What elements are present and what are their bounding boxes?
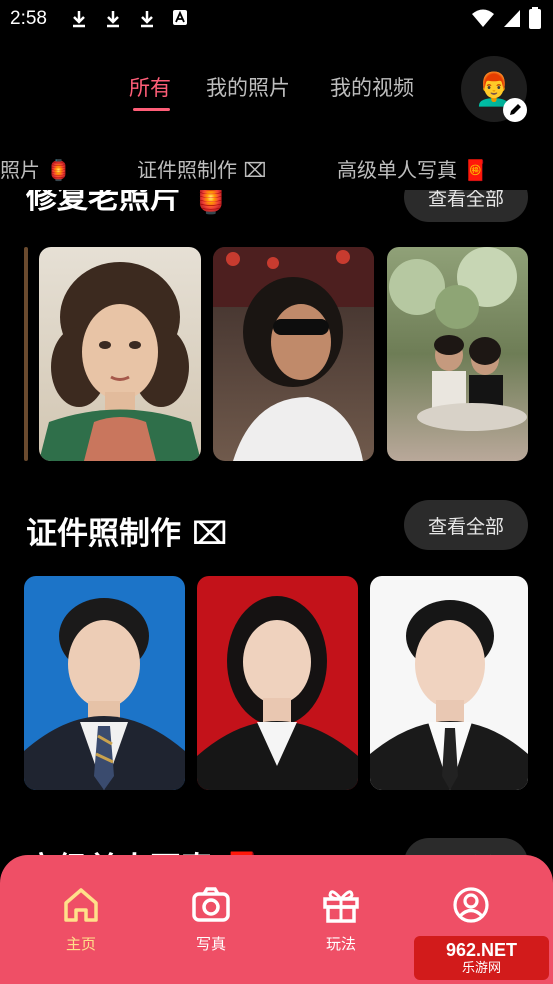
- nav-home[interactable]: 主页: [41, 885, 121, 954]
- section-old-photo-header: 修复老照片 🏮 查看全部: [0, 190, 553, 222]
- tab-underline: [133, 108, 170, 111]
- category-id-photo[interactable]: 证件照制作 ⌧: [137, 154, 266, 183]
- photo-card[interactable]: [39, 247, 201, 461]
- view-all-button[interactable]: 查看全部: [404, 190, 528, 222]
- download-icon: [141, 11, 153, 28]
- category-portrait[interactable]: 高级单人写真 🧧: [337, 154, 488, 183]
- status-time: 2:58: [10, 8, 47, 29]
- tab-my-videos[interactable]: 我的视频: [330, 72, 414, 102]
- tab-my-photos[interactable]: 我的照片: [206, 72, 290, 102]
- status-icons: [471, 7, 541, 29]
- battery-icon: [529, 7, 541, 29]
- camera-icon: [192, 887, 230, 922]
- nav-play[interactable]: 玩法: [301, 885, 381, 954]
- section-title: 修复老照片 🏮: [26, 190, 231, 216]
- gift-icon: [323, 890, 359, 923]
- photo-vintage-woman: [39, 262, 201, 461]
- watermark-line2: 乐游网: [461, 960, 501, 975]
- nav-portrait[interactable]: 写真: [171, 885, 251, 954]
- id-photo-card[interactable]: [24, 576, 185, 790]
- category-scroller: 照片 🏮 证件照制作 ⌧ 高级单人写真 🧧: [0, 148, 553, 188]
- photo-id-man-blue: [24, 598, 185, 790]
- id-photo-card[interactable]: [370, 576, 528, 790]
- watermark-line1: 962.NET: [445, 940, 518, 960]
- view-all-button[interactable]: 查看全部: [404, 500, 528, 550]
- download-icon: [107, 11, 119, 28]
- download-icon: [73, 11, 85, 28]
- tab-all[interactable]: 所有: [129, 72, 171, 102]
- photo-cafe-couple: [389, 247, 527, 431]
- photo-card[interactable]: [387, 247, 528, 461]
- home-icon: [64, 888, 98, 922]
- edit-icon[interactable]: [503, 98, 527, 122]
- nav-play-label: 玩法: [325, 935, 356, 953]
- photo-card[interactable]: [213, 247, 374, 461]
- avatar[interactable]: 👨‍🦰: [461, 56, 527, 122]
- nav-home-label: 主页: [65, 935, 96, 953]
- photo-street-woman: [213, 247, 374, 461]
- status-bar: 2:58: [0, 0, 553, 38]
- section-title: 证件照制作 ⌧: [26, 516, 228, 552]
- photo-id-man-white: [370, 600, 528, 790]
- signal-icon: [504, 10, 520, 27]
- id-photo-card[interactable]: [197, 576, 358, 790]
- watermark: 962.NET 乐游网: [414, 936, 549, 980]
- photo-card[interactable]: [24, 247, 28, 461]
- font-icon: [173, 10, 187, 25]
- user-icon: [453, 887, 489, 923]
- category-old-photo[interactable]: 照片 🏮: [0, 154, 71, 183]
- nav-portrait-label: 写真: [195, 935, 226, 953]
- wifi-icon: [472, 9, 494, 27]
- photo-id-woman-red: [197, 596, 358, 790]
